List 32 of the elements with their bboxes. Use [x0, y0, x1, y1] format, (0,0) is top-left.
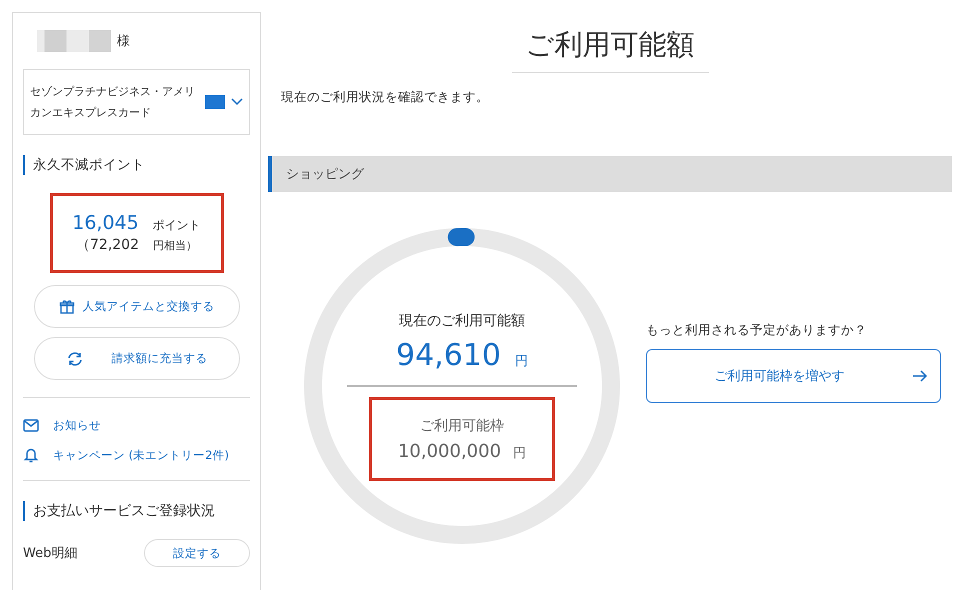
service-label: Web明細 [23, 545, 78, 562]
gauge-label: 現在のご利用可能額 [399, 312, 525, 330]
card-select[interactable]: セゾンプラチナビジネス・アメリカンエキスプレスカード [23, 69, 250, 135]
page-title: ご利用可能額 [512, 26, 708, 73]
honorific: 様 [117, 33, 130, 50]
section-heading: お支払いサービスご登録状況 [23, 501, 250, 521]
prompt-text: もっと利用される予定がありますか？ [646, 322, 868, 339]
currency-unit: 円 [514, 353, 528, 370]
page-description: 現在のご利用状況を確認できます。 [281, 89, 490, 106]
refresh-icon [66, 350, 84, 366]
card-logo-icon [205, 95, 225, 109]
equivalent-unit: 円相当） [153, 238, 197, 253]
available-amount: 94,610 [396, 338, 501, 373]
action-button[interactable]: 請求額に充当する [34, 337, 240, 380]
action-button[interactable]: 人気アイテムと交換する [34, 285, 240, 328]
sidebar-link[interactable]: お知らせ [23, 418, 250, 433]
points-amount: 16,045 [72, 212, 139, 234]
limit-amount: 10,000,000 [398, 440, 502, 462]
currency-unit: 円 [513, 444, 526, 462]
caret-icon [231, 98, 243, 106]
bell-icon [23, 447, 39, 463]
sidebar-link[interactable]: キャンペーン (未エントリー2件) [23, 447, 250, 463]
increase-limit-button[interactable]: ご利用可能枠を増やす [646, 349, 941, 403]
section-heading: 永久不滅ポイント [23, 155, 250, 175]
points-equivalent: （72,202 [76, 236, 139, 254]
arrow-right-icon [912, 369, 928, 383]
limit-label: ご利用可能枠 [420, 416, 504, 434]
section-bar: ショッピング [268, 156, 952, 192]
points-unit: ポイント [152, 217, 201, 234]
gift-icon [58, 298, 74, 314]
mail-icon [23, 419, 39, 432]
setting-button[interactable]: 設定する [144, 539, 250, 567]
